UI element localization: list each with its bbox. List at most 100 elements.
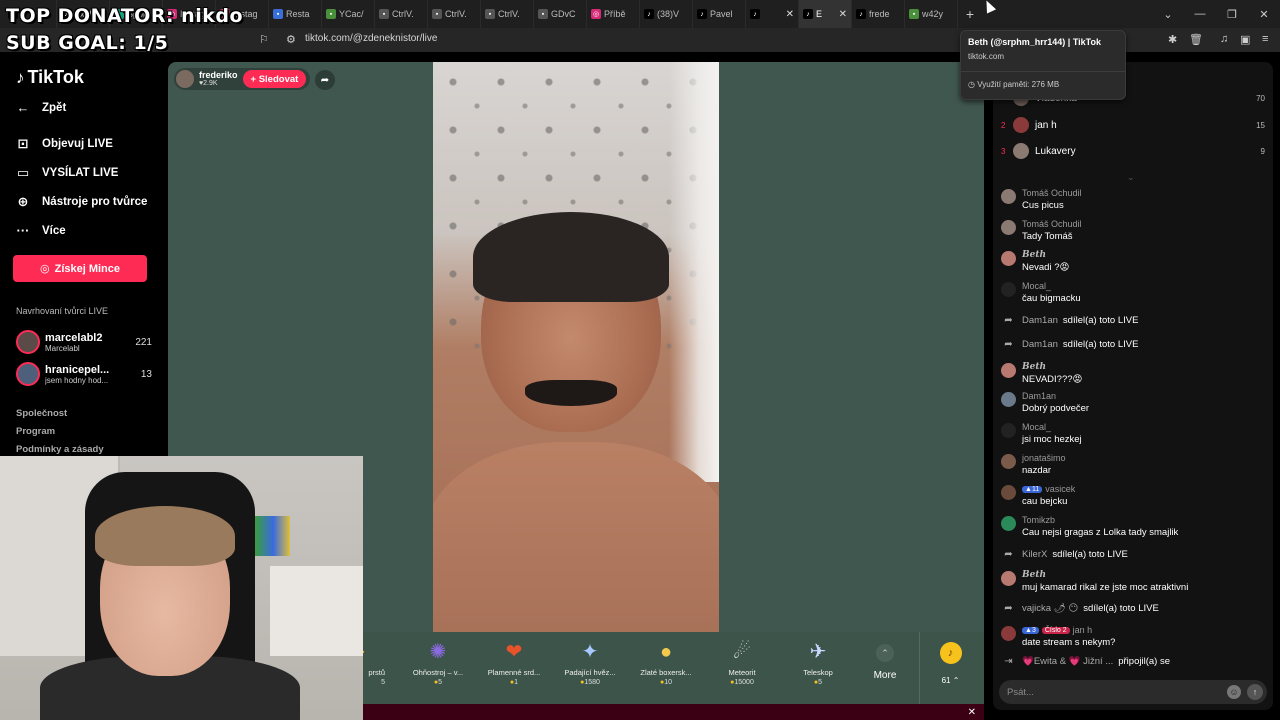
viewer-score: 70 <box>1256 93 1265 103</box>
back-link[interactable]: ← Zpět <box>16 100 67 115</box>
media-icon[interactable]: ♫ <box>1220 33 1228 45</box>
chat-username-row: Mocal_ <box>1022 422 1267 432</box>
top-viewer-row[interactable]: 2 jan h 15 <box>1001 115 1265 135</box>
creator-subtitle: jsem hodny hod... <box>45 375 109 385</box>
tab-search-icon[interactable]: ⌄ <box>1152 8 1184 21</box>
bookmark-icon[interactable]: ⚐ <box>259 33 269 46</box>
menu-icon[interactable]: ≡ <box>1262 33 1268 45</box>
browser-tab[interactable]: ▪ Resta <box>269 0 322 28</box>
avatar[interactable] <box>1001 392 1016 407</box>
gift-price: ●5 <box>403 679 473 686</box>
live-video[interactable] <box>433 62 719 632</box>
nav-item-creator-tools[interactable]: ⊕ Nástroje pro tvůrce <box>16 194 148 210</box>
top-viewer-row[interactable]: 3 Lukavery 9 <box>1001 141 1265 161</box>
share-icon[interactable]: ➦ <box>315 70 335 90</box>
avatar[interactable] <box>1001 626 1016 641</box>
chat-message: Tomáš Ochudil Cus picus <box>1001 188 1267 211</box>
extensions-icon[interactable]: ✱ <box>1168 33 1177 46</box>
minimize-icon[interactable]: — <box>1184 8 1216 20</box>
url-field[interactable]: tiktok.com/@zdeneknistor/live <box>305 33 437 44</box>
nav-item-explore-live[interactable]: ⊡ Objevuj LIVE <box>16 136 113 152</box>
avatar[interactable] <box>1001 189 1016 204</box>
suggested-creator[interactable]: marcelabl2 Marcelabl 221 <box>16 328 152 356</box>
emoji-icon[interactable]: ☺ <box>1227 685 1241 699</box>
coin-balance[interactable]: ♪ 61 ⌃ <box>919 632 981 710</box>
site-info-icon[interactable]: ⚙ <box>286 33 296 46</box>
footer-link-program[interactable]: Program <box>16 426 55 437</box>
suggested-creator[interactable]: hranicepel... jsem hodny hod... 13 <box>16 360 152 388</box>
avatar <box>16 330 40 354</box>
restore-icon[interactable]: ❐ <box>1216 8 1248 21</box>
get-coins-button[interactable]: ◎ Získej Mince <box>13 255 147 282</box>
more-gifts-button[interactable]: ⌃ More <box>867 640 903 681</box>
browser-tab[interactable]: ▪ GDvC <box>534 0 587 28</box>
chat-username[interactable]: Beth <box>1022 250 1046 260</box>
avatar[interactable] <box>1001 516 1016 531</box>
sidebar-icon[interactable]: ▣ <box>1240 33 1250 46</box>
footer-link-terms[interactable]: Podmínky a zásady <box>16 444 104 455</box>
close-tab-icon[interactable]: ✕ <box>786 9 794 20</box>
browser-tab[interactable]: ▪ w42y <box>905 0 958 28</box>
chat-username[interactable]: Mocal_ <box>1022 281 1051 291</box>
browser-tab[interactable]: ♪ frede <box>852 0 905 28</box>
browser-tab[interactable]: ▪ CtrlV. <box>428 0 481 28</box>
coin-count: 61 ⌃ <box>941 676 960 685</box>
chat-username[interactable]: KilerX <box>1022 549 1047 560</box>
avatar[interactable] <box>1001 251 1016 266</box>
trash-icon[interactable]: 🗑 <box>1189 33 1203 46</box>
browser-tab[interactable]: ♪ ✕ <box>746 0 799 28</box>
chat-username[interactable]: Mocal_ <box>1022 422 1051 432</box>
avatar[interactable] <box>1001 220 1016 235</box>
new-tab-button[interactable]: + <box>958 6 982 22</box>
browser-tab[interactable]: ◎ Příbě <box>587 0 640 28</box>
browser-tab[interactable]: ♪ Pavel <box>693 0 746 28</box>
browser-tab[interactable]: ♪ E ✕ <box>799 0 852 28</box>
host-info[interactable]: frederiko ♥2.9K + Sledovat <box>174 68 311 90</box>
follow-button[interactable]: + Sledovat <box>242 70 307 88</box>
gift-item[interactable]: ✦ Padající hvěz... ●1580 <box>555 640 625 686</box>
browser-tab[interactable]: ▪ YCac/ <box>322 0 375 28</box>
browser-tab[interactable]: ▪ CtrlV. <box>481 0 534 28</box>
close-tab-icon[interactable]: ✕ <box>839 9 847 20</box>
close-icon[interactable]: ✕ <box>968 707 976 718</box>
chat-username[interactable]: Beth <box>1022 362 1046 372</box>
gift-item[interactable]: ☄ Meteorit ●15000 <box>707 640 777 686</box>
tab-label: Resta <box>286 9 310 19</box>
chat-username[interactable]: Tomáš Ochudil <box>1022 219 1082 229</box>
chat-username[interactable]: Dam1an <box>1022 391 1056 401</box>
close-window-icon[interactable]: ✕ <box>1248 8 1280 21</box>
chat-username[interactable]: Beth <box>1022 570 1046 580</box>
browser-tab[interactable]: ▪ CtrlV. <box>375 0 428 28</box>
avatar[interactable] <box>1001 485 1016 500</box>
gift-item[interactable]: ❤ Plamenné srd... ●1 <box>479 640 549 686</box>
chat-username[interactable]: Dam1an <box>1022 315 1058 326</box>
tiktok-logo[interactable]: ♪ TikTok <box>16 67 84 88</box>
gift-price-value: 1580 <box>584 679 600 686</box>
chat-username[interactable]: Tomáš Ochudil <box>1022 188 1082 198</box>
browser-tab[interactable]: ♪ (38)V <box>640 0 693 28</box>
gift-item[interactable]: ✈ Teleskop ●5 <box>783 640 853 686</box>
chat-username[interactable]: vajicka 🌶 😶 <box>1022 603 1078 614</box>
avatar[interactable] <box>1001 363 1016 378</box>
avatar[interactable] <box>1001 571 1016 586</box>
avatar[interactable] <box>1001 282 1016 297</box>
avatar[interactable] <box>1001 423 1016 438</box>
chevron-down-icon[interactable]: ⌄ <box>1127 172 1135 183</box>
gift-item[interactable]: ● Zlaté boxersk... ●10 <box>631 640 701 686</box>
coin-icon: ◎ <box>39 263 50 275</box>
chat-username[interactable]: vasicek <box>1045 484 1075 494</box>
send-icon[interactable]: ↑ <box>1247 684 1263 700</box>
chat-username[interactable]: jan h <box>1073 625 1093 635</box>
chat-username[interactable]: 💗Ewita & 💗 Jižní ... <box>1022 656 1113 667</box>
nav-item-go-live[interactable]: ▭ VYSÍLAT LIVE <box>16 165 119 181</box>
chat-username[interactable]: jonatašimo <box>1022 453 1066 463</box>
chat-username[interactable]: Dam1an <box>1022 339 1058 350</box>
avatar[interactable] <box>1001 454 1016 469</box>
footer-link-company[interactable]: Společnost <box>16 408 67 419</box>
nav-item-more[interactable]: ··· Více <box>16 223 66 238</box>
avatar <box>176 70 194 88</box>
coin-count-value: 61 <box>941 676 951 685</box>
chat-username[interactable]: Tomikzb <box>1022 515 1055 525</box>
gift-item[interactable]: ✺ Ohňostroj – v... ●5 <box>403 640 473 686</box>
chat-input[interactable]: Psát... ☺ ↑ <box>999 680 1267 704</box>
